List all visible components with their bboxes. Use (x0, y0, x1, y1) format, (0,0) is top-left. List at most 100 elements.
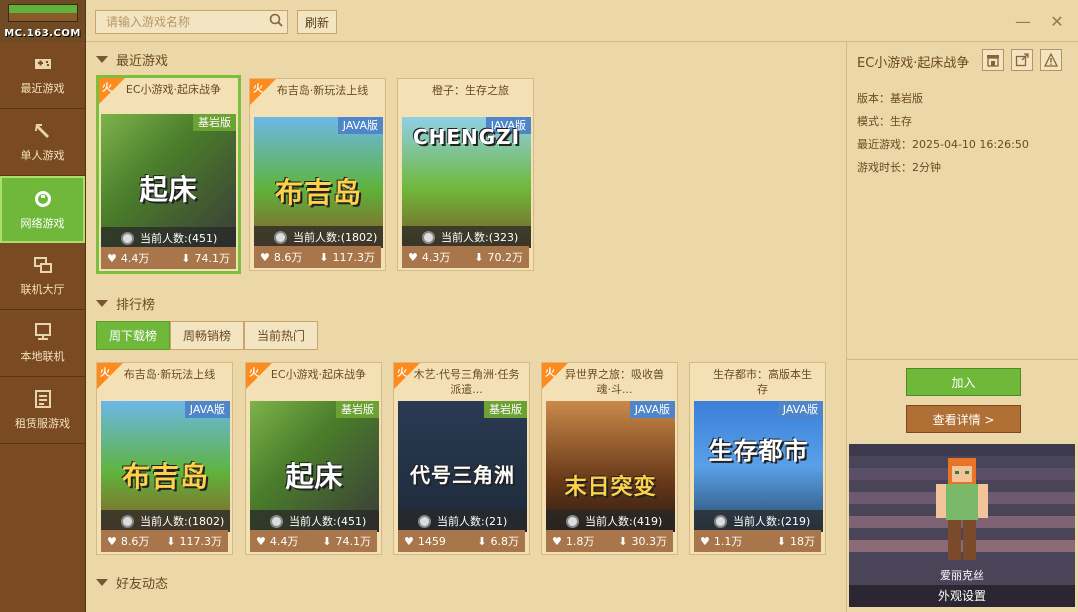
card-stats: ♥ 1459 ⬇ 6.8万 (398, 530, 525, 552)
sidebar-item-label: 联机大厅 (20, 283, 65, 296)
sidebar-item-label: 最近游戏 (20, 82, 65, 95)
controller-icon (32, 54, 54, 74)
collapse-triangle-icon (96, 56, 108, 63)
download-icon: ⬇ (474, 250, 484, 264)
likes-count: 4.4万 (269, 535, 299, 548)
globe-icon (121, 231, 134, 245)
edition-tag: JAVA版 (629, 401, 675, 418)
online-count-text: 当前人数:(1802) (140, 515, 225, 528)
game-title: EC小游戏·起床战争 (270, 368, 367, 381)
sidebar-item-single-player[interactable]: 单人游戏 (0, 109, 85, 176)
likes-count: 4.4万 (120, 252, 150, 265)
tab-weekly-downloads[interactable]: 周下载榜 (96, 321, 171, 350)
detail-last-played: 最近游戏：2025-04-10 16:26:50 (857, 138, 1029, 151)
game-detail-panel: EC小游戏·起床战争 版本：基岩版 模式：生存 最近游戏：2025-04-10 … (846, 42, 1078, 612)
sidebar-item-rental-servers[interactable]: 租赁服游戏 (0, 377, 85, 444)
logo-text: MC.163.COM (4, 28, 81, 39)
sidebar-item-local-multiplayer[interactable]: 本地联机 (0, 310, 85, 377)
game-art-text: 生存都市 (708, 437, 809, 465)
close-button[interactable]: ✕ (1046, 10, 1068, 32)
game-card[interactable]: 火 EC小游戏·起床战争 基岩版 起床 当前人数:(451) ♥ 4.4万 ⬇ 74… (245, 362, 382, 555)
download-count: 18万 (790, 535, 815, 548)
edition-tag: 基岩版 (484, 401, 527, 418)
shop-icon[interactable] (982, 49, 1004, 71)
search-input[interactable] (96, 11, 265, 33)
skin-preview[interactable]: 爱丽克丝 外观设置 (849, 444, 1075, 607)
game-art-text: 代号三角洲 (410, 463, 515, 487)
download-icon: ⬇ (776, 534, 786, 548)
online-count: 当前人数:(451) (101, 227, 236, 249)
refresh-button[interactable]: 刷新 (297, 10, 337, 34)
online-count-text: 当前人数:(1802) (293, 231, 378, 244)
search-box (95, 10, 288, 34)
card-stats: ♥ 8.6万 ⬇ 117.3万 (101, 530, 228, 552)
game-card[interactable]: 火 EC小游戏·起床战争 基岩版 起床 当前人数:(451) ♥ 4.4万 ⬇ 74… (96, 75, 241, 274)
online-count: 当前人数:(451) (250, 510, 379, 532)
ranking-section-header[interactable]: 排行榜 (96, 294, 155, 313)
recent-section-header[interactable]: 最近游戏 (96, 50, 168, 69)
download-count: 70.2万 (487, 251, 524, 264)
minimize-button[interactable]: — (1012, 10, 1034, 32)
detail-duration: 游戏时长：2分钟 (857, 161, 941, 174)
download-count: 74.1万 (335, 535, 372, 548)
download-icon: ⬇ (319, 250, 329, 264)
tab-current-hot[interactable]: 当前热门 (244, 321, 319, 350)
hot-badge: 火 (100, 368, 110, 379)
likes-count: 8.6万 (120, 535, 150, 548)
globe-icon (274, 230, 287, 244)
download-icon: ⬇ (477, 534, 487, 548)
download-count: 74.1万 (194, 252, 231, 265)
game-card[interactable]: 生存都市：高版本生存 JAVA版 生存都市 当前人数:(219) ♥ 1.1万 ⬇… (689, 362, 826, 555)
download-icon: ⬇ (166, 534, 176, 548)
download-icon: ⬇ (322, 534, 332, 548)
detail-mode: 模式：生存 (857, 115, 912, 128)
online-count: 当前人数:(1802) (101, 510, 230, 532)
game-thumbnail: JAVA版 布吉岛 当前人数:(1802) (254, 117, 383, 248)
sidebar-item-online-games[interactable]: 网络游戏 (0, 176, 85, 243)
likes-count: 8.6万 (273, 251, 303, 264)
view-details-button[interactable]: 查看详情 > (906, 405, 1021, 433)
game-art-text: CHENGZI (412, 125, 521, 149)
likes-count: 4.3万 (421, 251, 451, 264)
hot-badge: 火 (253, 84, 263, 95)
game-title: 异世界之旅：吸收兽魂·斗... (565, 368, 664, 396)
join-button[interactable]: 加入 (906, 368, 1021, 396)
online-count-text: 当前人数:(219) (733, 515, 811, 528)
game-thumbnail: 基岩版 代号三角洲 当前人数:(21) (398, 401, 527, 532)
globe-icon (566, 514, 579, 528)
card-stats: ♥ 4.4万 ⬇ 74.1万 (250, 530, 377, 552)
monitor-icon (32, 322, 54, 342)
game-card[interactable]: 火 木艺·代号三角洲·任务派遣... 基岩版 代号三角洲 当前人数:(21) ♥… (393, 362, 530, 555)
game-card[interactable]: 火 异世界之旅：吸收兽魂·斗... JAVA版 末日突变 当前人数:(419) … (541, 362, 678, 555)
game-card[interactable]: 橙子：生存之旅 JAVA版 CHENGZI 当前人数:(323) ♥ 4.3万 ⬇… (397, 78, 534, 271)
edition-tag: JAVA版 (337, 117, 383, 134)
sidebar-item-lobby[interactable]: 联机大厅 (0, 243, 85, 310)
game-thumbnail: JAVA版 布吉岛 当前人数:(1802) (101, 401, 230, 532)
game-thumbnail: 基岩版 起床 当前人数:(451) (250, 401, 379, 532)
appearance-settings-button[interactable]: 外观设置 (849, 585, 1075, 607)
warning-icon[interactable] (1040, 49, 1062, 71)
tab-weekly-bestsellers[interactable]: 周畅销榜 (170, 321, 245, 350)
game-card[interactable]: 火 布吉岛·新玩法上线 JAVA版 布吉岛 当前人数:(1802) ♥ 8.6万 … (96, 362, 233, 555)
edition-tag: JAVA版 (184, 401, 230, 418)
hot-badge: 火 (545, 368, 555, 379)
sidebar-item-label: 租赁服游戏 (15, 417, 70, 430)
game-thumbnail: JAVA版 CHENGZI 当前人数:(323) (402, 117, 531, 248)
game-title: 木艺·代号三角洲·任务派遣... (413, 368, 520, 396)
external-link-icon[interactable] (1011, 49, 1033, 71)
game-thumbnail: JAVA版 末日突变 当前人数:(419) (546, 401, 675, 532)
ranking-tabs: 周下载榜 周畅销榜 当前热门 (96, 321, 319, 350)
heart-icon: ♥ (552, 534, 562, 548)
online-count-text: 当前人数:(451) (289, 515, 367, 528)
game-thumbnail: 基岩版 起床 当前人数:(451) (101, 114, 236, 249)
game-title: 布吉岛·新玩法上线 (276, 84, 369, 97)
sidebar-item-recent-games[interactable]: 最近游戏 (0, 42, 85, 109)
hot-badge: 火 (249, 368, 259, 379)
globe-icon (32, 189, 54, 209)
friends-section-header[interactable]: 好友动态 (96, 573, 168, 592)
download-count: 6.8万 (490, 535, 520, 548)
likes-count: 1459 (417, 534, 446, 548)
search-icon[interactable] (265, 13, 287, 31)
online-count: 当前人数:(219) (694, 510, 823, 532)
game-card[interactable]: 火 布吉岛·新玩法上线 JAVA版 布吉岛 当前人数:(1802) ♥ 8.6万 … (249, 78, 386, 271)
